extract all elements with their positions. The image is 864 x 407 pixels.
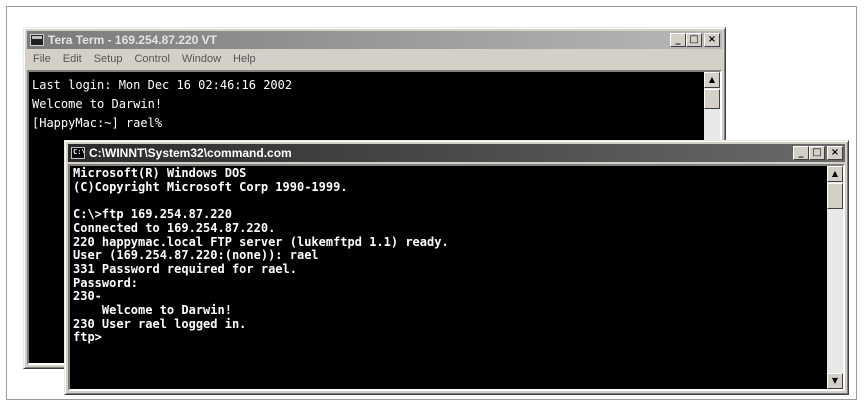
- command-prompt-icon: C:\: [71, 147, 85, 159]
- menu-window[interactable]: Window: [176, 53, 227, 65]
- menu-help[interactable]: Help: [227, 53, 262, 65]
- scroll-up-icon[interactable]: ▲: [827, 166, 843, 182]
- tera-term-menubar: File Edit Setup Control Window Help: [27, 50, 722, 68]
- console-line: 230 User rael logged in.: [73, 316, 247, 331]
- scroll-down-icon[interactable]: ▼: [827, 373, 843, 389]
- console-line: 220 happymac.local FTP server (lukemftpd…: [73, 234, 449, 249]
- menu-edit[interactable]: Edit: [57, 53, 88, 65]
- tera-term-titlebar[interactable]: Tera Term - 169.254.87.220 VT _ □ ×: [27, 31, 722, 49]
- terminal-app-icon: [30, 34, 44, 46]
- terminal-line: Welcome to Darwin!: [32, 97, 163, 111]
- tera-term-title: Tera Term - 169.254.87.220 VT: [48, 33, 217, 47]
- close-button[interactable]: ×: [827, 146, 843, 160]
- maximize-button[interactable]: □: [809, 146, 825, 160]
- scroll-thumb[interactable]: [827, 183, 843, 209]
- command-prompt-screen[interactable]: Microsoft(R) Windows DOS (C)Copyright Mic…: [68, 164, 845, 391]
- scroll-thumb[interactable]: [704, 89, 720, 109]
- menu-setup[interactable]: Setup: [88, 53, 129, 65]
- close-button[interactable]: ×: [704, 33, 720, 47]
- terminal-line: [HappyMac:~] rael%: [32, 116, 163, 130]
- menu-control[interactable]: Control: [128, 53, 175, 65]
- maximize-button[interactable]: □: [686, 33, 702, 47]
- console-line: 230-: [73, 289, 102, 304]
- command-prompt-window[interactable]: C:\ C:\WINNT\System32\command.com _ □ × …: [64, 140, 849, 395]
- terminal-line: Last login: Mon Dec 16 02:46:16 2002: [32, 78, 293, 92]
- scroll-up-icon[interactable]: ▲: [704, 72, 720, 88]
- command-prompt-scrollbar[interactable]: ▲ ▼: [827, 166, 843, 389]
- minimize-button[interactable]: _: [793, 146, 809, 160]
- console-line: Microsoft(R) Windows DOS: [73, 166, 247, 180]
- console-line: Password:: [73, 275, 139, 290]
- console-line: Welcome to Darwin!: [73, 303, 232, 318]
- console-line: Connected to 169.254.87.220.: [73, 220, 276, 235]
- command-prompt-titlebar[interactable]: C:\ C:\WINNT\System32\command.com _ □ ×: [68, 144, 845, 162]
- menu-file[interactable]: File: [27, 53, 57, 65]
- console-line: C:\>ftp 169.254.87.220: [73, 207, 232, 222]
- console-line: 331 Password required for rael.: [73, 261, 297, 276]
- console-line: User (169.254.87.220:(none)): rael: [73, 248, 319, 263]
- command-prompt-title: C:\WINNT\System32\command.com: [89, 146, 292, 160]
- console-line: (C)Copyright Microsoft Corp 1990-1999.: [73, 179, 348, 194]
- minimize-button[interactable]: _: [670, 33, 686, 47]
- console-line: ftp>: [73, 330, 102, 345]
